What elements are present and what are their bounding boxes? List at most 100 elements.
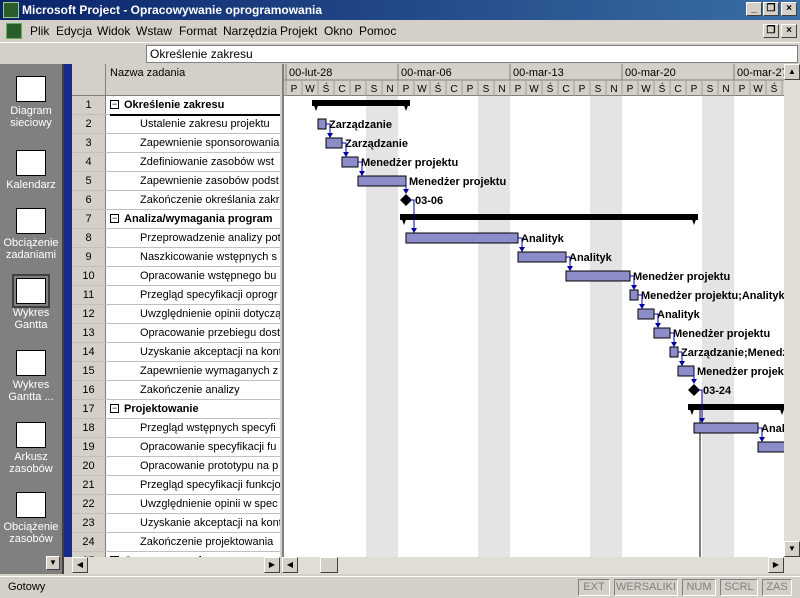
row-id[interactable]: 23 (72, 514, 106, 532)
row-id[interactable]: 21 (72, 476, 106, 494)
view-resource-sheet[interactable]: Arkusz zasobów (0, 422, 62, 475)
row-id[interactable]: 7 (72, 210, 106, 228)
row-id[interactable]: 3 (72, 134, 106, 152)
task-name-cell[interactable]: Zdefiniowanie zasobów wst (140, 156, 274, 168)
table-scroll-right-button[interactable]: ▶ (264, 557, 280, 573)
viewbar-scroll-down-button[interactable]: ▼ (46, 556, 60, 570)
gantt-chart[interactable]: 00-lut-28 00-mar-06 00-mar-13 00-mar-20 00-m… (282, 64, 784, 557)
table-row[interactable]: 22 Uwzględnienie opinii w spec (72, 495, 280, 514)
table-row[interactable]: 3 Zapewnienie sponsorowania (72, 134, 280, 153)
row-id[interactable]: 12 (72, 305, 106, 323)
task-name-cell[interactable]: Przegląd specyfikacji oprogr (140, 289, 278, 301)
task-name-cell[interactable]: Przegląd specyfikacji funkcjo (140, 479, 280, 491)
table-row[interactable]: 4 Zdefiniowanie zasobów wst (72, 153, 280, 172)
view-task-usage[interactable]: Obciążenie zadaniami (0, 208, 62, 261)
task-name-cell[interactable]: Uwzględnienie opinii w spec (140, 498, 278, 510)
menu-wstaw[interactable]: Wstaw (136, 24, 172, 38)
row-id[interactable]: 9 (72, 248, 106, 266)
table-row[interactable]: 7− Analiza/wymagania program (72, 210, 280, 229)
task-name-cell[interactable]: Uzyskanie akceptacji na kont (140, 517, 280, 529)
menu-okno[interactable]: Okno (324, 24, 353, 38)
menu-format[interactable]: Format (179, 24, 217, 38)
collapse-toggle-icon[interactable]: − (110, 214, 119, 223)
table-row[interactable]: 12 Uwzględnienie opinii dotyczą (72, 305, 280, 324)
table-row[interactable]: 2 Ustalenie zakresu projektu (72, 115, 280, 134)
view-gantt-chart[interactable]: Wykres Gantta (0, 274, 62, 331)
view-network-diagram[interactable]: Diagram sieciowy (0, 76, 62, 129)
task-name-cell[interactable]: Zapewnienie wymaganych z (140, 365, 278, 377)
table-row[interactable]: 6 Zakończenie określania zakr (72, 191, 280, 210)
task-name-cell[interactable]: Określenie zakresu (124, 99, 224, 111)
task-name-cell[interactable]: Opracowanie specyfikacji fu (140, 441, 276, 453)
row-id[interactable]: 16 (72, 381, 106, 399)
row-id[interactable]: 20 (72, 457, 106, 475)
task-name-cell[interactable]: Przegląd wstępnych specyfi (140, 422, 276, 434)
document-icon[interactable] (6, 23, 22, 39)
task-name-cell[interactable]: Uzyskanie akceptacji na kont (140, 346, 280, 358)
table-row[interactable]: 5 Zapewnienie zasobów podst (72, 172, 280, 191)
task-name-cell[interactable]: Naszkicowanie wstępnych s (140, 251, 277, 263)
maximize-button[interactable]: ❐ (763, 2, 779, 16)
row-id[interactable]: 17 (72, 400, 106, 418)
table-row[interactable]: 24 Zakończenie projektowania (72, 533, 280, 552)
task-name-cell[interactable]: Projektowanie (124, 403, 199, 415)
task-name-cell[interactable]: Uwzględnienie opinii dotyczą (140, 308, 280, 320)
table-row[interactable]: 8 Przeprowadzenie analizy pot (72, 229, 280, 248)
collapse-toggle-icon[interactable]: − (110, 100, 119, 109)
table-row[interactable]: 10 Opracowanie wstępnego bu (72, 267, 280, 286)
minimize-button[interactable]: _ (746, 2, 762, 16)
row-id[interactable]: 1 (72, 96, 106, 114)
task-name-cell[interactable]: Opracowanie prototypu na p (140, 460, 278, 472)
row-id[interactable]: 19 (72, 438, 106, 456)
table-row[interactable]: 1− Określenie zakresu (72, 96, 280, 115)
row-id[interactable]: 14 (72, 343, 106, 361)
row-id[interactable]: 4 (72, 153, 106, 171)
row-id[interactable]: 24 (72, 533, 106, 551)
row-id[interactable]: 8 (72, 229, 106, 247)
task-name-cell[interactable]: Opracowanie wstępnego bu (140, 270, 276, 282)
task-name-cell[interactable]: Przeprowadzenie analizy pot (140, 232, 280, 244)
table-row[interactable]: 21 Przegląd specyfikacji funkcjo (72, 476, 280, 495)
close-button[interactable]: × (781, 2, 797, 16)
menu-widok[interactable]: Widok (97, 24, 130, 38)
table-row[interactable]: 14 Uzyskanie akceptacji na kont (72, 343, 280, 362)
task-name-cell[interactable]: Ustalenie zakresu projektu (140, 118, 270, 130)
menu-projekt[interactable]: Projekt (280, 24, 317, 38)
vertical-scrollbar[interactable]: ▲ ▼ (784, 64, 800, 557)
task-name-cell[interactable]: Zapewnienie sponsorowania (140, 137, 279, 149)
view-resource-usage[interactable]: Obciążenie zasobów (0, 492, 62, 545)
table-row[interactable]: 23 Uzyskanie akceptacji na kont (72, 514, 280, 533)
table-row[interactable]: 15 Zapewnienie wymaganych z (72, 362, 280, 381)
column-header-task-name[interactable]: Nazwa zadania (110, 67, 185, 79)
row-id[interactable]: 2 (72, 115, 106, 133)
scroll-up-button[interactable]: ▲ (784, 64, 800, 80)
gantt-scroll-thumb[interactable] (320, 557, 338, 573)
menu-edycja[interactable]: Edycja (56, 24, 92, 38)
scroll-down-button[interactable]: ▼ (784, 541, 800, 557)
table-row[interactable]: 11 Przegląd specyfikacji oprogr (72, 286, 280, 305)
select-all-cell[interactable] (72, 64, 106, 96)
table-horizontal-scrollbar[interactable]: ◀ ▶ (72, 557, 280, 574)
table-scroll-left-button[interactable]: ◀ (72, 557, 88, 573)
table-row[interactable]: 17− Projektowanie (72, 400, 280, 419)
task-name-cell[interactable]: Opracowanie przebiegu dost (140, 327, 280, 339)
view-calendar[interactable]: Kalendarz (0, 150, 62, 191)
collapse-toggle-icon[interactable]: − (110, 404, 119, 413)
task-name-cell[interactable]: Zakończenie projektowania (140, 536, 273, 548)
table-row[interactable]: 19 Opracowanie specyfikacji fu (72, 438, 280, 457)
table-row[interactable]: 20 Opracowanie prototypu na p (72, 457, 280, 476)
table-row[interactable]: 18 Przegląd wstępnych specyfi (72, 419, 280, 438)
task-name-cell[interactable]: Zakończenie określania zakr (140, 194, 279, 206)
row-id[interactable]: 15 (72, 362, 106, 380)
row-id[interactable]: 6 (72, 191, 106, 209)
gantt-scroll-right-button[interactable]: ▶ (768, 557, 784, 573)
task-name-cell[interactable]: Zakończenie analizy (140, 384, 240, 396)
task-name-cell[interactable]: Zapewnienie zasobów podst (140, 175, 279, 187)
doc-restore-button[interactable]: ❐ (763, 24, 779, 38)
gantt-scroll-left-button[interactable]: ◀ (282, 557, 298, 573)
table-row[interactable]: 16 Zakończenie analizy (72, 381, 280, 400)
row-id[interactable]: 22 (72, 495, 106, 513)
task-name-cell[interactable]: Analiza/wymagania program (124, 213, 273, 225)
view-tracking-gantt[interactable]: Wykres Gantta ... (0, 350, 62, 403)
entry-field[interactable]: Określenie zakresu (146, 45, 798, 63)
